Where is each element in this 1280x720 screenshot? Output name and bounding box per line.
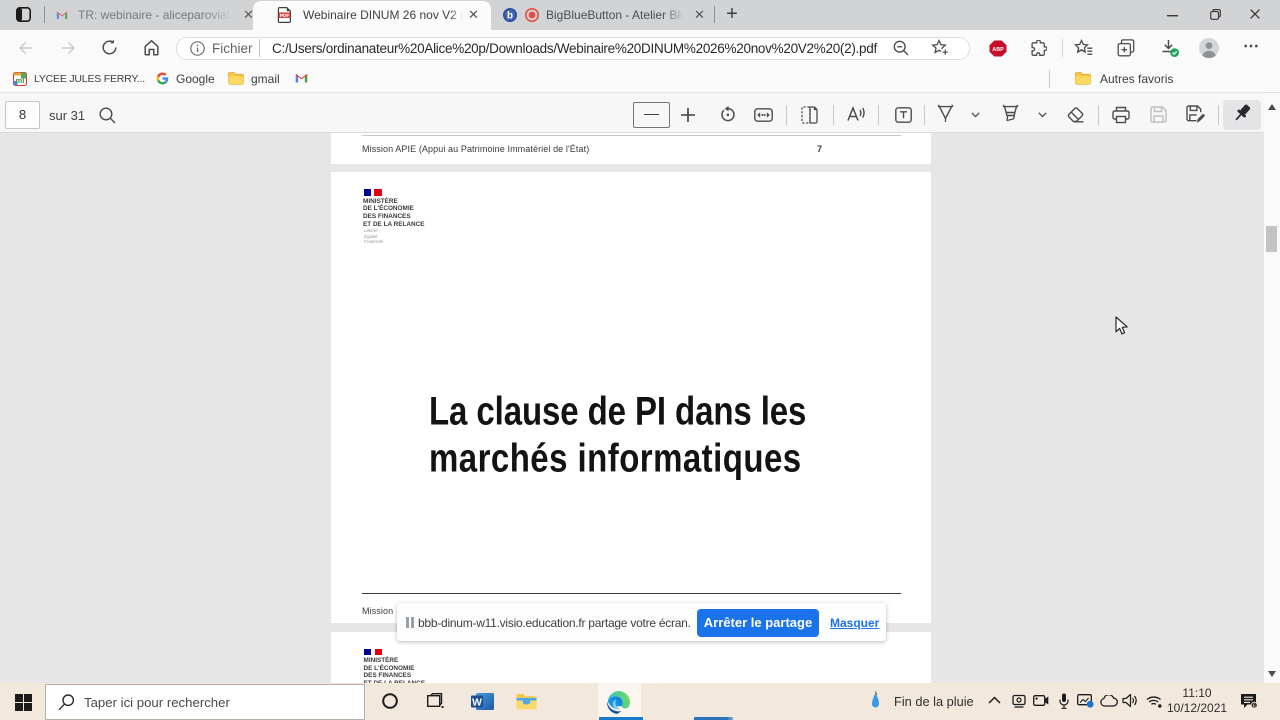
svg-text:6: 6 <box>1253 703 1256 709</box>
svg-text:PDF: PDF <box>280 13 290 19</box>
svg-text:b: b <box>507 10 513 21</box>
svg-text:W: W <box>472 697 482 709</box>
svg-text:ml: ml <box>16 76 25 85</box>
svg-text:ABP: ABP <box>992 47 1004 53</box>
